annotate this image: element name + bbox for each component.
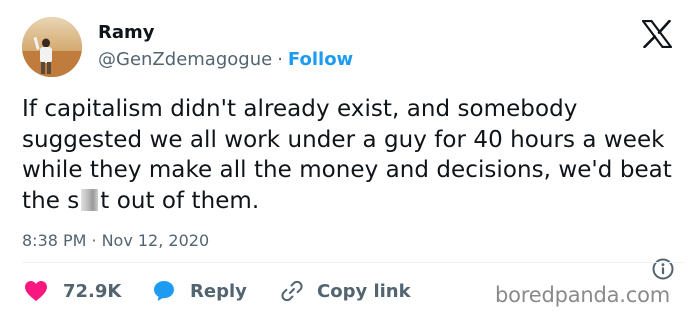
avatar-photo xyxy=(22,17,82,77)
tweet-time: 8:38 PM xyxy=(22,231,87,250)
tweet-text: If capitalism didn't already exist, and … xyxy=(22,94,687,216)
link-icon xyxy=(281,280,303,302)
author-handle[interactable]: @GenZdemagogue xyxy=(98,49,272,70)
copy-link-button[interactable]: Copy link xyxy=(280,278,411,304)
tweet-text-part-2: t out of them. xyxy=(100,187,260,214)
follow-button[interactable]: Follow xyxy=(288,49,353,70)
info-icon[interactable] xyxy=(651,257,675,281)
author-handle-row: @GenZdemagogue · Follow xyxy=(98,49,353,70)
reply-button[interactable]: Reply xyxy=(152,278,247,304)
tweet-date: Nov 12, 2020 xyxy=(101,231,210,250)
avatar[interactable] xyxy=(22,17,82,77)
author-name[interactable]: Ramy xyxy=(98,22,155,43)
separator: · xyxy=(91,231,97,250)
like-button[interactable]: 72.9K xyxy=(24,278,121,304)
x-logo-icon[interactable] xyxy=(641,19,673,49)
watermark: boredpanda.com xyxy=(495,283,671,307)
reply-label: Reply xyxy=(190,280,247,302)
like-count: 72.9K xyxy=(63,280,122,302)
separator: · xyxy=(277,49,283,70)
copy-link-label: Copy link xyxy=(317,280,411,302)
censor-blur xyxy=(81,188,99,211)
reply-bubble-icon xyxy=(154,281,174,301)
divider xyxy=(22,262,684,263)
tweet-timestamp[interactable]: 8:38 PM · Nov 12, 2020 xyxy=(22,231,209,250)
heart-icon xyxy=(25,281,47,301)
